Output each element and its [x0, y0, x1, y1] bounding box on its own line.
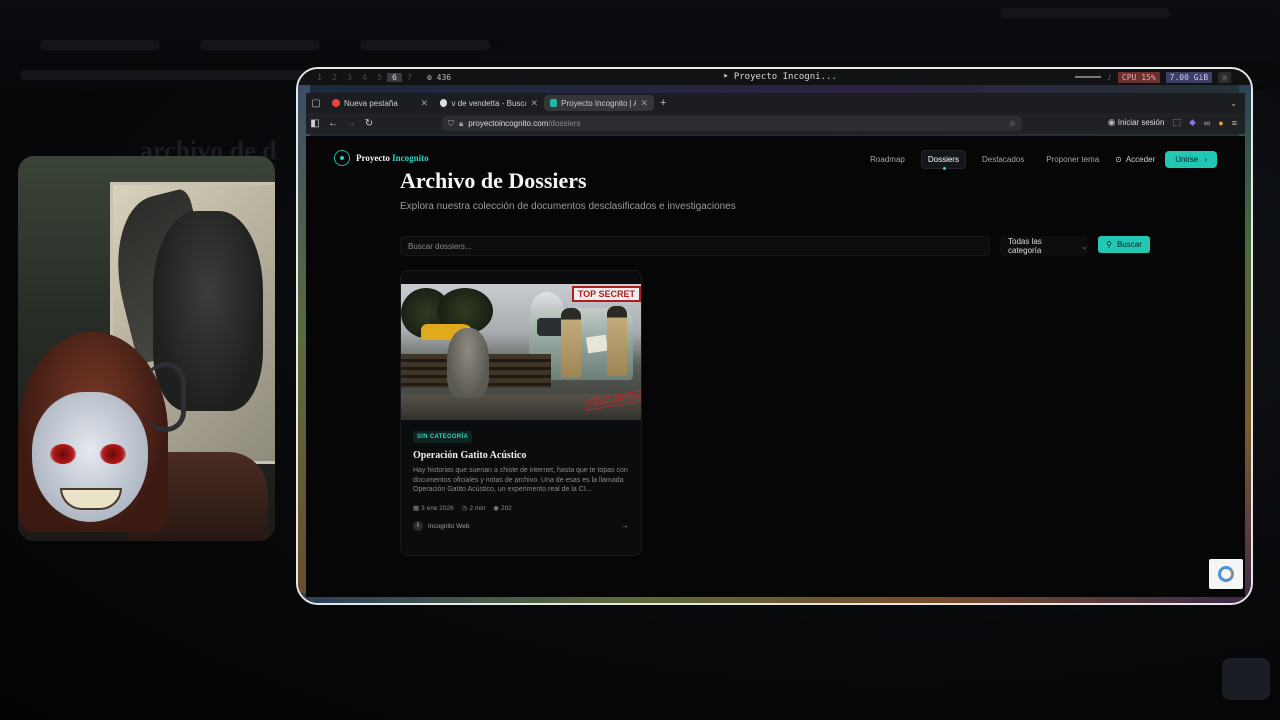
nav-roadmap[interactable]: Roadmap — [864, 151, 911, 168]
login-icon: ⊙ — [1115, 155, 1122, 164]
memory-usage: 7.00 GiB — [1165, 71, 1213, 83]
dossier-meta: ▦ 3 ene 2026 ◷ 2 min ◉ 202 — [413, 504, 512, 513]
tab-nueva-pestana[interactable]: Nueva pestaña ✕ — [326, 95, 434, 111]
join-button[interactable]: Unirse › — [1165, 151, 1217, 168]
search-engine-icon — [440, 99, 448, 107]
workspace-4[interactable]: 4 — [357, 73, 372, 82]
site-icon — [550, 99, 558, 107]
workspace-3[interactable]: 3 — [342, 73, 357, 82]
workspace-list: 1234567 — [312, 72, 417, 82]
van-sign — [585, 334, 609, 354]
extension-glasses-icon[interactable]: ∞ — [1204, 118, 1210, 128]
tab-strip: ▢ Nueva pestaña ✕ v de vendetta - Buscar… — [306, 93, 1245, 113]
extension-orange-icon[interactable]: ● — [1218, 118, 1223, 128]
status-bar: 1234567 ⚙ 436 ➤ Proyecto Incogni... ♪ CP… — [298, 69, 1251, 85]
read-time: ◷ 2 min — [461, 504, 486, 513]
dossier-card[interactable]: TOP SECRET DESCLASIFICADO SIN CATEGORÍA … — [400, 270, 642, 556]
volume-icon: ♪ — [1107, 72, 1112, 82]
arrow-right-icon[interactable]: → — [621, 521, 629, 530]
desktop: archivo de d 1234567 ⚙ 436 ➤ Proyecto In… — [0, 0, 1280, 720]
streamer-mask — [32, 392, 148, 522]
calendar-icon: ▦ — [413, 505, 420, 512]
nav-destacados[interactable]: Destacados — [976, 151, 1030, 168]
search-input[interactable]: Buscar dossiers... — [400, 236, 990, 256]
background-recaptcha — [1222, 658, 1270, 700]
close-tab-icon[interactable]: ✕ — [420, 98, 428, 109]
browser-window: 1234567 ⚙ 436 ➤ Proyecto Incogni... ♪ CP… — [296, 67, 1253, 605]
dossier-author: I Incognito Web — [413, 521, 469, 531]
close-tab-icon[interactable]: ✕ — [530, 98, 538, 109]
login-button[interactable]: ⊙ Acceder — [1115, 155, 1155, 164]
workspace-6[interactable]: 6 — [387, 72, 402, 82]
workspace-5[interactable]: 5 — [372, 73, 387, 82]
date: ▦ 3 ene 2026 — [413, 504, 454, 513]
tab-v-de-vendetta[interactable]: v de vendetta - Buscar ✕ — [434, 95, 544, 111]
workspace-2[interactable]: 2 — [327, 73, 342, 82]
toolbar-right: ◉ Iniciar sesión ⬚ ◆ ∞ ● ≡ — [1108, 117, 1237, 128]
workspace-7[interactable]: 7 — [402, 73, 417, 82]
category-select[interactable]: Todas las categoría ⌄ — [1000, 236, 1088, 256]
nav-dossiers[interactable]: Dossiers — [920, 150, 966, 170]
chevron-down-icon[interactable]: ⌄ — [1230, 99, 1237, 108]
eye-icon: ◉ — [493, 505, 499, 512]
dossier-cover-image: TOP SECRET DESCLASIFICADO — [401, 284, 641, 420]
shield-icon: ⛉ — [448, 118, 454, 128]
site-nav: Roadmap Dossiers Destacados Proponer tem… — [864, 150, 1217, 170]
chevron-down-icon: ⌄ — [1081, 241, 1088, 251]
views: ◉ 202 — [493, 504, 512, 513]
close-tab-icon[interactable]: ✕ — [640, 98, 648, 109]
recaptcha-icon — [1218, 566, 1234, 582]
tab-proyecto-incognito[interactable]: Proyecto Incognito | Arc ✕ — [544, 95, 654, 111]
new-tab-icon[interactable]: + — [660, 97, 666, 109]
bookmark-star-icon[interactable]: ☆ — [1009, 119, 1016, 128]
top-secret-sign: TOP SECRET — [571, 286, 641, 302]
search-icon: ⚲ — [1106, 240, 1112, 249]
headset — [146, 362, 186, 432]
crosshair-logo-icon — [334, 150, 350, 166]
nav-proponer-tema[interactable]: Proponer tema — [1040, 151, 1105, 168]
agent-right — [607, 306, 627, 376]
dossier-title[interactable]: Operación Gatito Acústico — [413, 450, 526, 461]
lock-icon: 🔒︎ — [459, 118, 464, 128]
status-extra: ▣ — [1218, 71, 1231, 83]
chevron-right-icon: › — [1204, 155, 1207, 164]
streamer — [18, 332, 268, 541]
gray-cat — [447, 328, 489, 398]
category-badge: SIN CATEGORÍA — [413, 431, 473, 443]
firefox-icon — [332, 99, 340, 107]
clock-icon: ◷ — [461, 505, 468, 512]
status-count: ⚙ 436 — [427, 72, 452, 82]
webcam-overlay — [18, 156, 275, 541]
extensions-icon[interactable]: ⬚ — [1172, 117, 1181, 128]
extension-purple-icon[interactable]: ◆ — [1189, 117, 1196, 128]
focused-window-title: ➤ Proyecto Incogni... — [723, 72, 837, 82]
navigation-bar: ◧ ← → ↻ ⛉ 🔒︎ proyectoincognito.com/dossi… — [306, 113, 1245, 134]
forward-icon[interactable]: → — [342, 118, 360, 129]
browser-chrome: ▢ Nueva pestaña ✕ v de vendetta - Buscar… — [306, 93, 1245, 134]
address-bar[interactable]: ⛉ 🔒︎ proyectoincognito.com/dossiers ☆ — [442, 116, 1022, 131]
avatar: I — [413, 521, 423, 531]
sidebar-toggle-icon[interactable]: ◧ — [306, 118, 324, 129]
volume-bar[interactable] — [1075, 76, 1102, 78]
page-title: Archivo de Dossiers — [400, 168, 587, 193]
back-icon[interactable]: ← — [324, 118, 342, 129]
workspace-1[interactable]: 1 — [312, 73, 327, 82]
tab-overview-icon[interactable]: ▢ — [306, 93, 326, 113]
site-brand[interactable]: Proyecto Incognito — [334, 150, 429, 166]
web-page: Proyecto Incognito Roadmap Dossiers Dest… — [306, 136, 1245, 597]
dossier-excerpt: Hay historias que suenan a chiste de int… — [413, 467, 628, 493]
menu-icon[interactable]: ≡ — [1232, 118, 1237, 128]
search-button[interactable]: ⚲ Buscar — [1098, 236, 1150, 253]
reload-icon[interactable]: ↻ — [360, 118, 378, 129]
sign-in-button[interactable]: ◉ Iniciar sesión — [1108, 117, 1165, 128]
page-subtitle: Explora nuestra colección de documentos … — [400, 201, 736, 212]
account-icon: ◉ — [1107, 117, 1116, 127]
agent-left — [561, 308, 581, 378]
recaptcha-badge[interactable] — [1209, 559, 1243, 589]
status-widgets: ♪ CPU 15% 7.00 GiB ▣ — [1075, 71, 1231, 83]
cpu-usage: CPU 15% — [1117, 71, 1160, 83]
